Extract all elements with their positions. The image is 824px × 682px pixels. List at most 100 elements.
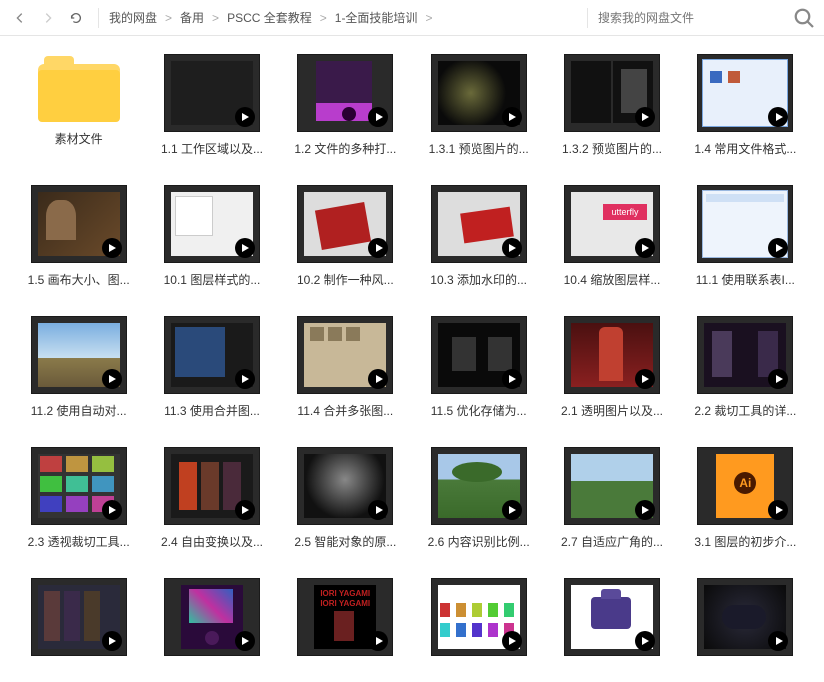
search-input[interactable]	[598, 11, 788, 25]
video-thumbnail[interactable]	[297, 185, 393, 263]
chevron-right-icon: >	[320, 11, 327, 25]
video-thumbnail[interactable]	[431, 316, 527, 394]
video-item[interactable]: 10.2 制作一种风...	[287, 185, 404, 288]
video-item[interactable]: IORI YAGAMIIORI YAGAMI	[287, 578, 404, 664]
folder-icon[interactable]	[38, 54, 120, 122]
play-icon	[368, 631, 388, 651]
refresh-button[interactable]	[64, 6, 88, 30]
play-icon	[502, 107, 522, 127]
play-icon	[102, 369, 122, 389]
item-label: 11.4 合并多张图...	[290, 402, 400, 419]
item-label: 1.4 常用文件格式...	[690, 140, 800, 157]
video-item[interactable]: 10.3 添加水印的...	[420, 185, 537, 288]
video-item[interactable]: 2.1 透明图片以及...	[553, 316, 670, 419]
video-thumbnail[interactable]: Ai	[697, 447, 793, 525]
video-thumbnail[interactable]	[697, 54, 793, 132]
video-item[interactable]: 2.6 内容识别比例...	[420, 447, 537, 550]
folder-item[interactable]: 素材文件	[20, 54, 137, 157]
video-item[interactable]: 1.5 画布大小、图...	[20, 185, 137, 288]
video-thumbnail[interactable]	[297, 447, 393, 525]
video-thumbnail[interactable]	[697, 578, 793, 656]
video-thumbnail[interactable]: IORI YAGAMIIORI YAGAMI	[297, 578, 393, 656]
play-icon	[502, 369, 522, 389]
video-item[interactable]: 1.3.2 预览图片的...	[553, 54, 670, 157]
video-thumbnail[interactable]	[31, 185, 127, 263]
video-thumbnail[interactable]	[31, 578, 127, 656]
video-item[interactable]: Ai3.1 图层的初步介...	[687, 447, 804, 550]
video-item[interactable]: 2.2 裁切工具的详...	[687, 316, 804, 419]
chevron-right-icon: >	[165, 11, 172, 25]
item-label: 11.5 优化存储为...	[424, 402, 534, 419]
video-thumbnail[interactable]	[164, 316, 260, 394]
play-icon	[635, 500, 655, 520]
item-label: 2.1 透明图片以及...	[557, 402, 667, 419]
video-thumbnail[interactable]	[297, 54, 393, 132]
item-label: 2.3 透视裁切工具...	[24, 533, 134, 550]
video-item[interactable]: 1.3.1 预览图片的...	[420, 54, 537, 157]
video-item[interactable]: 11.1 使用联系表I...	[687, 185, 804, 288]
item-label: 2.4 自由变换以及...	[157, 533, 267, 550]
video-thumbnail[interactable]	[564, 447, 660, 525]
video-thumbnail[interactable]	[164, 447, 260, 525]
video-thumbnail[interactable]	[431, 578, 527, 656]
play-icon	[502, 238, 522, 258]
breadcrumb-item[interactable]: 备用	[180, 9, 204, 26]
video-thumbnail[interactable]	[564, 578, 660, 656]
video-item[interactable]: 2.5 智能对象的原...	[287, 447, 404, 550]
item-label: 1.2 文件的多种打...	[290, 140, 400, 157]
item-label: 10.3 添加水印的...	[424, 271, 534, 288]
play-icon	[368, 107, 388, 127]
item-label: 10.4 缩放图层样...	[557, 271, 667, 288]
play-icon	[235, 107, 255, 127]
video-item[interactable]: 1.1 工作区域以及...	[153, 54, 270, 157]
nav-back-button[interactable]	[8, 6, 32, 30]
chevron-right-icon: >	[212, 11, 219, 25]
video-thumbnail[interactable]	[431, 54, 527, 132]
video-item[interactable]	[687, 578, 804, 664]
video-item[interactable]: 2.3 透视裁切工具...	[20, 447, 137, 550]
video-item[interactable]: 1.4 常用文件格式...	[687, 54, 804, 157]
video-item[interactable]: utterfly 10.4 缩放图层样...	[553, 185, 670, 288]
video-item[interactable]	[553, 578, 670, 664]
chevron-right-icon: >	[425, 11, 432, 25]
video-thumbnail[interactable]	[31, 447, 127, 525]
search-container	[598, 11, 788, 25]
video-thumbnail[interactable]	[697, 185, 793, 263]
video-item[interactable]: 11.3 使用合并图...	[153, 316, 270, 419]
video-thumbnail[interactable]	[164, 54, 260, 132]
video-item[interactable]: 1.2 文件的多种打...	[287, 54, 404, 157]
play-icon	[635, 369, 655, 389]
search-button[interactable]	[792, 6, 816, 30]
video-thumbnail[interactable]	[297, 316, 393, 394]
video-thumbnail[interactable]	[697, 316, 793, 394]
play-icon	[502, 500, 522, 520]
play-icon	[235, 631, 255, 651]
video-thumbnail[interactable]	[164, 578, 260, 656]
video-item[interactable]	[20, 578, 137, 664]
item-label: 11.3 使用合并图...	[157, 402, 267, 419]
video-item[interactable]	[420, 578, 537, 664]
video-item[interactable]: 11.2 使用自动对...	[20, 316, 137, 419]
video-item[interactable]: 11.4 合并多张图...	[287, 316, 404, 419]
video-item[interactable]: 11.5 优化存储为...	[420, 316, 537, 419]
video-thumbnail[interactable]	[431, 447, 527, 525]
video-thumbnail[interactable]	[431, 185, 527, 263]
video-thumbnail[interactable]: utterfly	[564, 185, 660, 263]
video-item[interactable]: 2.7 自适应广角的...	[553, 447, 670, 550]
play-icon	[635, 631, 655, 651]
video-thumbnail[interactable]	[31, 316, 127, 394]
video-item[interactable]: 10.1 图层样式的...	[153, 185, 270, 288]
video-thumbnail[interactable]	[564, 54, 660, 132]
nav-forward-button[interactable]	[36, 6, 60, 30]
breadcrumb-item[interactable]: PSCC 全套教程	[227, 9, 312, 26]
video-item[interactable]	[153, 578, 270, 664]
breadcrumb-item[interactable]: 1-全面技能培训	[335, 9, 418, 26]
item-label: 1.3.2 预览图片的...	[557, 140, 667, 157]
video-item[interactable]: 2.4 自由变换以及...	[153, 447, 270, 550]
play-icon	[102, 631, 122, 651]
item-label: 2.6 内容识别比例...	[424, 533, 534, 550]
play-icon	[502, 631, 522, 651]
video-thumbnail[interactable]	[164, 185, 260, 263]
breadcrumb-item[interactable]: 我的网盘	[109, 9, 157, 26]
video-thumbnail[interactable]	[564, 316, 660, 394]
